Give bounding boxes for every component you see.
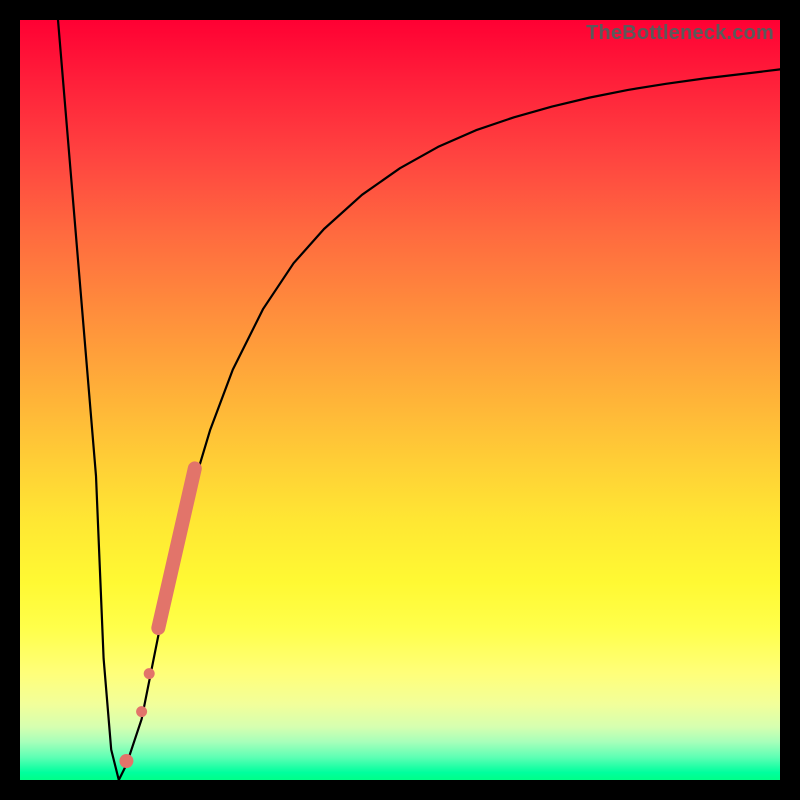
marker-dot <box>144 668 155 679</box>
marker-dot <box>136 706 147 717</box>
plot-area: TheBottleneck.com <box>20 20 780 780</box>
chart-frame: TheBottleneck.com <box>0 0 800 800</box>
marker-bar <box>158 468 194 628</box>
curve-layer <box>20 20 780 780</box>
marker-dot <box>119 754 133 768</box>
bottleneck-curve <box>58 20 780 780</box>
